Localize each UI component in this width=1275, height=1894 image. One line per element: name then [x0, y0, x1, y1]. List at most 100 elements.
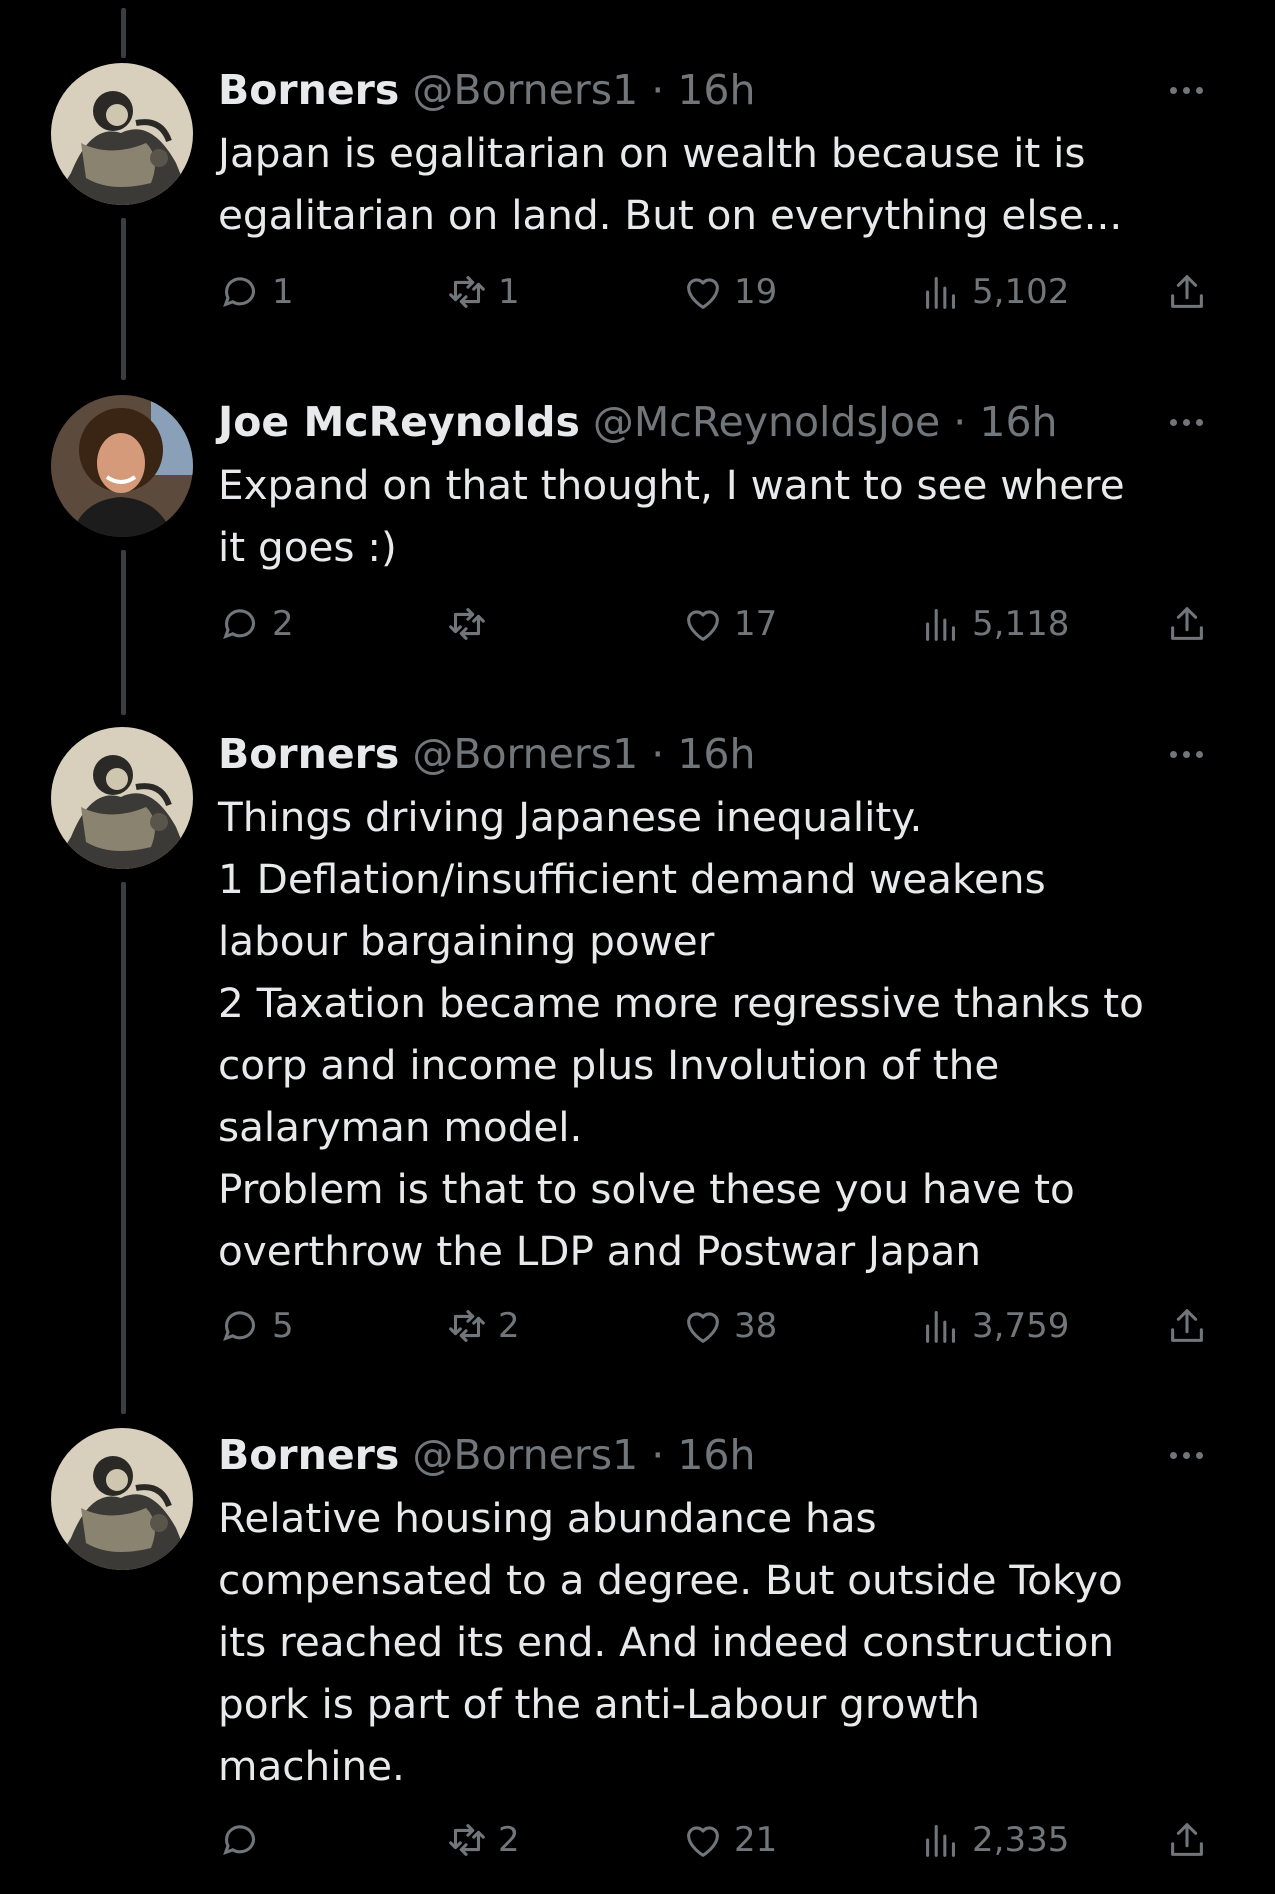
like-button[interactable]: 38: [680, 1296, 777, 1356]
dot: [1196, 86, 1203, 94]
tweet-text-line: Problem is that to solve these you have …: [218, 1165, 1075, 1213]
like-count: 19: [734, 272, 778, 312]
like-button[interactable]: 21: [680, 1810, 777, 1870]
avatar-borners[interactable]: [51, 63, 193, 205]
avatar-borners[interactable]: [51, 727, 193, 869]
upload-arrow-icon: [1171, 607, 1203, 640]
separator: ·: [651, 66, 665, 114]
heart-icon: [687, 610, 719, 641]
heart-icon: [687, 1826, 719, 1857]
timestamp[interactable]: 16h: [677, 1431, 755, 1479]
speech-bubble-icon: [223, 1825, 255, 1856]
timestamp[interactable]: 16h: [979, 398, 1057, 446]
like-count: 38: [734, 1306, 778, 1346]
tweet-text-line: compensated to a degree. But outside Tok…: [218, 1556, 1123, 1604]
more-options-button[interactable]: [1170, 724, 1203, 784]
retweet-button[interactable]: 2: [444, 1810, 520, 1870]
view-count: 5,102: [972, 272, 1070, 312]
retweet-button[interactable]: 2: [444, 1296, 520, 1356]
tweet-text-line: its reached its end. And indeed construc…: [218, 1618, 1115, 1666]
tweet-text-line: Things driving Japanese inequality.: [218, 793, 923, 841]
retweet-arrows-icon: [449, 276, 485, 308]
speech-bubble-icon: [223, 609, 255, 640]
more-options-button[interactable]: [1170, 392, 1203, 452]
thread-line-2: [121, 550, 126, 715]
retweet-button[interactable]: [444, 594, 498, 654]
avatar-image: [51, 395, 193, 537]
action-bar: 1 1 19 5,102: [218, 262, 1218, 322]
tweet-text: Japan is egalitarian on wealth because i…: [218, 122, 1218, 246]
tweet-text-line: Expand on that thought, I want to see wh…: [218, 461, 1125, 509]
dot: [1196, 1451, 1203, 1459]
heart-icon: [687, 1312, 719, 1343]
display-name[interactable]: Joe McReynolds: [218, 398, 580, 446]
user-handle[interactable]: @Borners1: [412, 1431, 638, 1479]
retweet-button[interactable]: 1: [444, 262, 520, 322]
display-name[interactable]: Borners: [218, 1431, 399, 1479]
separator: ·: [651, 730, 665, 778]
avatar-image: [51, 727, 193, 869]
tweet-text: Relative housing abundance has compensat…: [218, 1487, 1218, 1797]
tweet-header: Borners @Borners1 · 16h: [218, 724, 1218, 784]
dot: [1170, 418, 1177, 426]
reply-count: 1: [272, 272, 294, 312]
views-button[interactable]: 2,335: [918, 1810, 1069, 1870]
bar-chart-icon: [926, 277, 955, 309]
bar-chart-icon: [926, 609, 955, 641]
dot: [1170, 750, 1177, 758]
tweet-text-line: 1 Deflation/insufficient demand weakens: [218, 855, 1046, 903]
avatar-joe-mcreynolds[interactable]: [51, 395, 193, 537]
tweet-text-line: 2 Taxation became more regressive thanks…: [218, 979, 1144, 1027]
tweet-header: Joe McReynolds @McReynoldsJoe · 16h: [218, 392, 1218, 452]
retweet-arrows-icon: [449, 1310, 485, 1342]
dot: [1196, 418, 1203, 426]
timestamp[interactable]: 16h: [677, 66, 755, 114]
speech-bubble-icon: [223, 277, 255, 308]
more-options-button[interactable]: [1170, 1425, 1203, 1485]
user-handle[interactable]: @Borners1: [412, 66, 638, 114]
reply-button[interactable]: [218, 1810, 272, 1870]
avatar-borners[interactable]: [51, 1428, 193, 1570]
display-name[interactable]: Borners: [218, 66, 399, 114]
user-handle[interactable]: @McReynoldsJoe: [593, 398, 940, 446]
timestamp[interactable]: 16h: [677, 730, 755, 778]
dot: [1170, 86, 1177, 94]
speech-bubble-icon: [223, 1311, 255, 1342]
dot: [1196, 750, 1203, 758]
separator: ·: [651, 1431, 665, 1479]
reply-button[interactable]: 5: [218, 1296, 294, 1356]
dot: [1170, 1451, 1177, 1459]
like-button[interactable]: 17: [680, 594, 777, 654]
tweet-text-line: egalitarian on land. But on everything e…: [218, 191, 1123, 239]
views-button[interactable]: 3,759: [918, 1296, 1069, 1356]
user-handle[interactable]: @Borners1: [412, 730, 638, 778]
share-button[interactable]: [1164, 1810, 1210, 1870]
dot: [1183, 418, 1190, 426]
retweet-arrows-icon: [449, 608, 485, 640]
bar-chart-icon: [926, 1311, 955, 1343]
tweet-text-line: corp and income plus Involution of the: [218, 1041, 1000, 1089]
retweet-count: 2: [498, 1306, 520, 1346]
display-name[interactable]: Borners: [218, 730, 399, 778]
reply-button[interactable]: 1: [218, 262, 294, 322]
share-button[interactable]: [1164, 1296, 1210, 1356]
thread-line-top: [121, 8, 126, 58]
tweet-text-line: salaryman model.: [218, 1103, 583, 1151]
share-button[interactable]: [1164, 594, 1210, 654]
like-button[interactable]: 19: [680, 262, 777, 322]
action-bar: 5 2 38 3,759: [218, 1296, 1218, 1356]
more-options-button[interactable]: [1170, 60, 1203, 120]
tweet-text-line: machine.: [218, 1742, 405, 1790]
thread-line-1: [121, 218, 126, 380]
avatar-image: [51, 63, 193, 205]
action-bar: 2 21 2,335: [218, 1810, 1218, 1870]
action-bar: 2 17 5,118: [218, 594, 1218, 654]
upload-arrow-icon: [1171, 1823, 1203, 1856]
views-button[interactable]: 5,102: [918, 262, 1069, 322]
tweet-text: Things driving Japanese inequality. 1 De…: [218, 786, 1218, 1282]
view-count: 2,335: [972, 1820, 1070, 1860]
separator: ·: [953, 398, 967, 446]
reply-button[interactable]: 2: [218, 594, 294, 654]
views-button[interactable]: 5,118: [918, 594, 1069, 654]
share-button[interactable]: [1164, 262, 1210, 322]
